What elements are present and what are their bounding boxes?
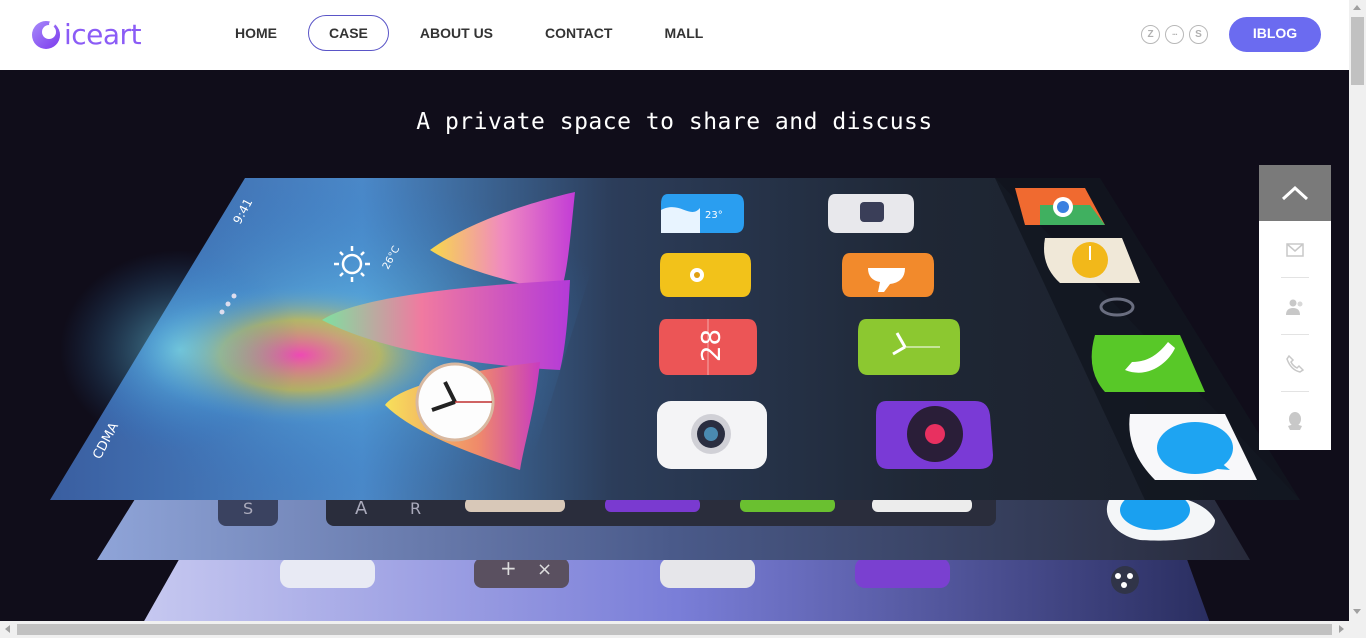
layer3-camera-icon: [660, 558, 755, 588]
scroll-down-icon[interactable]: [1353, 609, 1361, 614]
mail-icon: [1286, 242, 1304, 257]
svg-text:R: R: [410, 499, 421, 518]
logo-text: iceart: [64, 18, 142, 51]
side-float-panel: [1259, 165, 1331, 450]
scroll-left-icon[interactable]: [5, 625, 10, 633]
weather-app-icon: 23°: [661, 194, 744, 233]
horizontal-scroll-thumb[interactable]: [17, 624, 1332, 635]
music-app-icon: [876, 401, 993, 469]
nav-contact[interactable]: CONTACT: [524, 15, 633, 51]
nav-case[interactable]: CASE: [308, 15, 389, 51]
phone-icon: [1286, 354, 1304, 373]
photos-app-icon: [660, 253, 751, 297]
side-users-button[interactable]: [1259, 278, 1331, 335]
social-links: Z ··· S: [1141, 25, 1213, 44]
calendar-day: 28: [697, 329, 727, 362]
calc-times: ×: [537, 559, 552, 580]
clock-widget: [415, 362, 495, 442]
svg-text:A: A: [355, 498, 368, 519]
zhihu-icon[interactable]: Z: [1141, 25, 1160, 44]
users-icon: [1286, 299, 1303, 315]
site-header: iceart HOME CASE ABOUT US CONTACT MALL Z…: [0, 0, 1349, 70]
vertical-scrollbar[interactable]: [1349, 0, 1366, 621]
calendar-app-icon: 28: [659, 319, 757, 375]
layer3-music-icon: [855, 558, 950, 588]
scroll-right-icon[interactable]: [1339, 625, 1344, 633]
clock-app-icon: [858, 319, 960, 375]
horizontal-scrollbar[interactable]: [0, 621, 1366, 638]
side-phone-button[interactable]: [1259, 335, 1331, 392]
layer3-dots-icon: [1111, 566, 1139, 594]
weibo-icon[interactable]: S: [1189, 25, 1208, 44]
scroll-up-icon[interactable]: [1353, 5, 1361, 10]
nav-about-us[interactable]: ABOUT US: [399, 15, 514, 51]
layer3-calc-icon: [474, 558, 569, 588]
chevron-up-icon: [1281, 185, 1309, 201]
camera-app-icon: [657, 401, 767, 469]
main-nav: HOME CASE ABOUT US CONTACT MALL: [214, 15, 734, 51]
phone-screens-illustration: + × S A R 9:41 CDMA 26°C 23° 28: [50, 178, 1300, 623]
side-mail-button[interactable]: [1259, 221, 1331, 278]
more-icon[interactable]: ···: [1165, 25, 1184, 44]
qq-icon: [1288, 411, 1302, 430]
logo-icon: [30, 19, 62, 51]
nav-home[interactable]: HOME: [214, 15, 298, 51]
logo[interactable]: iceart: [30, 18, 142, 52]
toilet-app-icon: [842, 253, 934, 297]
iblog-button[interactable]: IBLOG: [1229, 17, 1321, 52]
nav-mall[interactable]: MALL: [643, 15, 724, 51]
layer3-app-icon: [280, 558, 375, 588]
svg-text:S: S: [243, 499, 253, 518]
flashlight-app-icon: [828, 194, 914, 233]
hero-banner: A private space to share and discuss + ×…: [0, 70, 1349, 623]
vertical-scroll-thumb[interactable]: [1351, 17, 1364, 85]
side-qq-button[interactable]: [1259, 392, 1331, 449]
svg-text:23°: 23°: [705, 210, 723, 221]
back-to-top-button[interactable]: [1259, 165, 1331, 221]
